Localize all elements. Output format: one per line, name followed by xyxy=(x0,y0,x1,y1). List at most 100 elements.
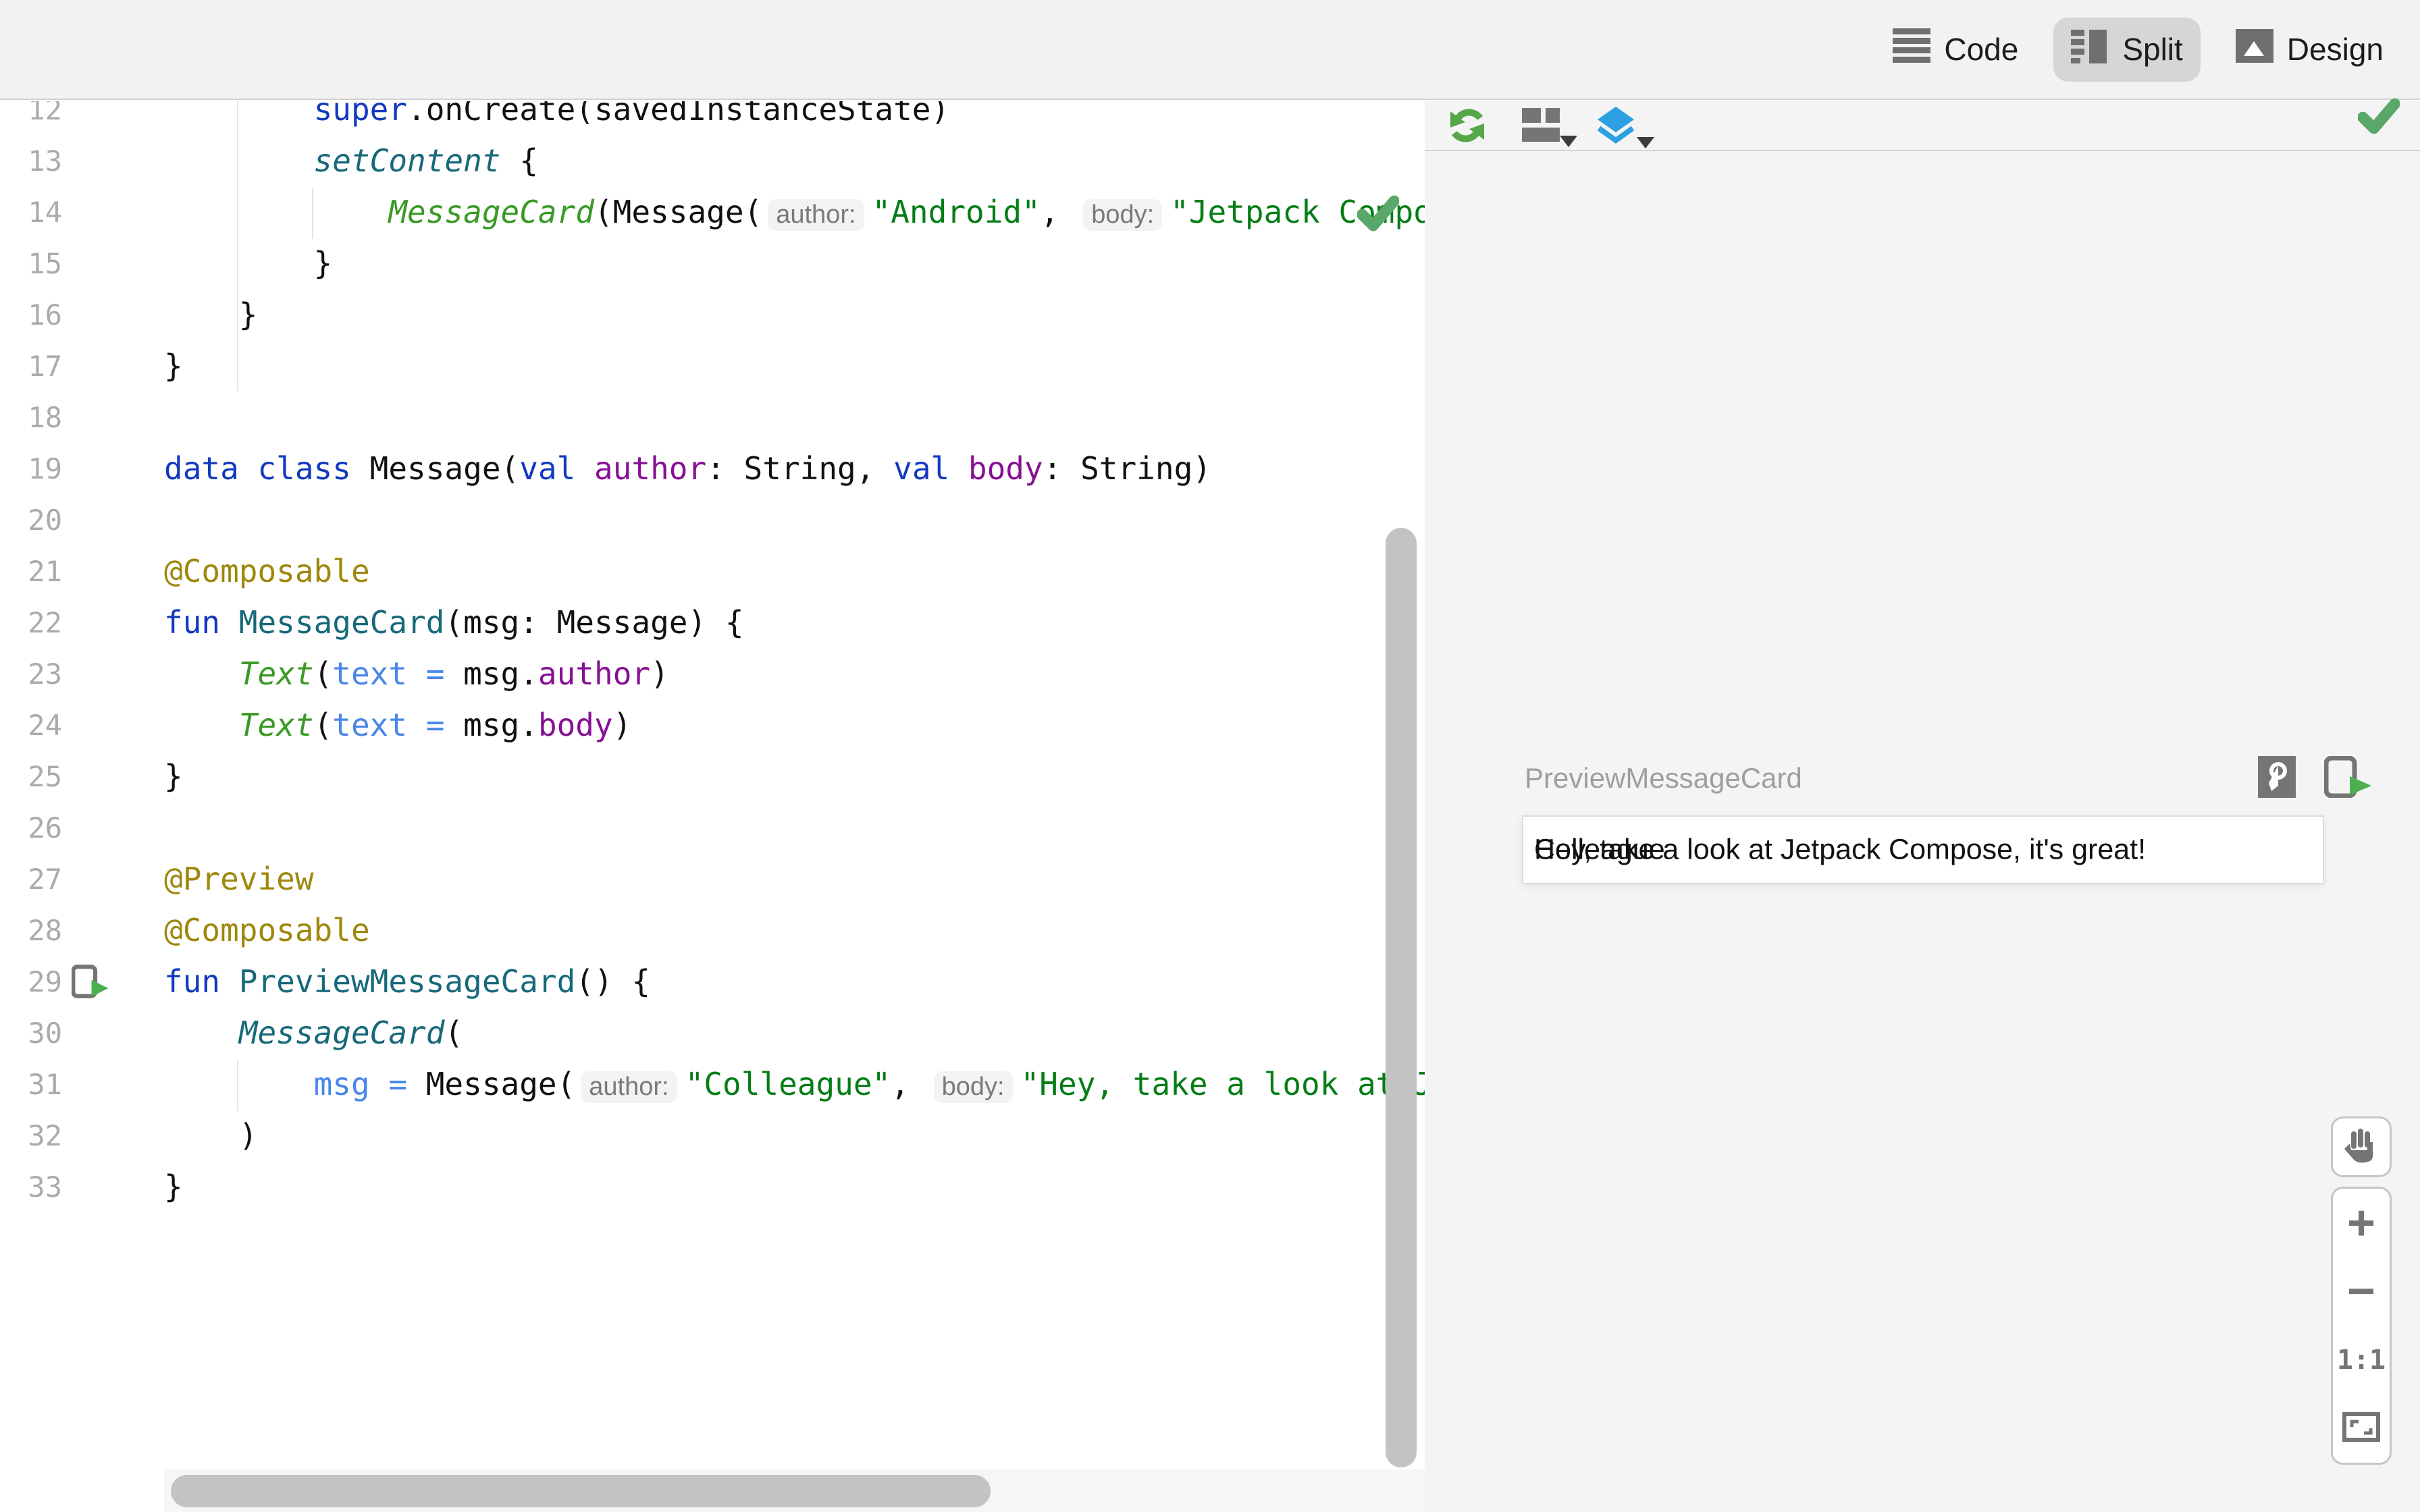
no-problems-check-icon[interactable] xyxy=(1357,194,1400,236)
code-line[interactable]: 14 MessageCard(Message(author: "Android",… xyxy=(0,186,1425,238)
line-number: 29 xyxy=(28,965,62,998)
line-number: 16 xyxy=(28,298,62,331)
code-text: } xyxy=(164,245,1425,281)
code-token: @Preview xyxy=(164,861,314,897)
code-token: body xyxy=(968,450,1043,487)
code-line[interactable]: 31 msg = Message(author: "Colleague", bod… xyxy=(0,1058,1425,1110)
code-editor[interactable]: 12 super.onCreate(savedInstanceState) 13 … xyxy=(0,101,1425,1512)
code-line[interactable]: 33} xyxy=(0,1161,1425,1212)
interactive-preview-icon[interactable] xyxy=(2258,755,2296,801)
line-number: 12 xyxy=(28,101,62,126)
code-line[interactable]: 22 fun MessageCard(msg: Message) { xyxy=(0,597,1425,648)
code-token: "Hey, take a look at Jetpack Compose, it… xyxy=(1020,1065,1425,1102)
tab-code[interactable]: Code xyxy=(1875,18,2036,82)
code-token: msg. xyxy=(463,707,538,743)
zoom-in-button[interactable]: + xyxy=(2333,1189,2390,1258)
code-token: MessageCard xyxy=(388,193,594,230)
code-token: super xyxy=(313,101,408,128)
code-token: MessageCard xyxy=(238,604,445,641)
code-token: { xyxy=(500,142,538,179)
line-number: 27 xyxy=(28,862,62,896)
pan-button[interactable] xyxy=(2331,1116,2392,1177)
zoom-to-fit-button[interactable] xyxy=(2333,1395,2390,1463)
tab-split[interactable]: Split xyxy=(2053,17,2201,82)
layers-icon[interactable] xyxy=(1595,107,1654,148)
code-line[interactable]: 15 } xyxy=(0,238,1425,289)
line-number: 33 xyxy=(28,1170,62,1204)
line-number: 23 xyxy=(28,657,62,691)
code-line[interactable]: 25} xyxy=(0,751,1425,802)
code-line[interactable]: 23 Text(text = msg.author) xyxy=(0,648,1425,699)
code-line[interactable]: 26 xyxy=(0,802,1425,853)
preview-header: PreviewMessageCard xyxy=(1525,755,2402,801)
code-token: val xyxy=(519,450,576,487)
code-token: , xyxy=(891,1065,928,1102)
code-token: Message( xyxy=(350,450,520,487)
code-lines: 12 super.onCreate(savedInstanceState) 13 … xyxy=(0,101,1425,1212)
zoom-actual-size-button[interactable]: 1:1 xyxy=(2333,1326,2390,1395)
code-token: msg = xyxy=(313,1065,426,1102)
code-line[interactable]: 32 ) xyxy=(0,1110,1425,1161)
run-preview-icon[interactable] xyxy=(2323,755,2373,801)
refresh-icon[interactable] xyxy=(1448,106,1487,145)
code-line[interactable]: 21 @Composable xyxy=(0,545,1425,597)
code-line[interactable]: 13 setContent { xyxy=(0,135,1425,186)
tab-design-label: Design xyxy=(2286,32,2384,67)
code-line[interactable]: 12 super.onCreate(savedInstanceState) xyxy=(0,101,1425,135)
line-number: 18 xyxy=(28,400,62,434)
vertical-scrollbar[interactable] xyxy=(1386,528,1417,1467)
code-line[interactable]: 27 @Preview xyxy=(0,853,1425,905)
code-line[interactable]: 24 Text(text = msg.body) xyxy=(0,699,1425,751)
horizontal-scrollbar[interactable] xyxy=(171,1475,991,1507)
code-line[interactable]: 19 data class Message(val author: String,… xyxy=(0,443,1425,494)
code-line[interactable]: 28 @Composable xyxy=(0,905,1425,956)
code-token: () { xyxy=(575,963,651,1000)
code-line[interactable]: 17} xyxy=(0,340,1425,392)
code-token: text = xyxy=(332,655,464,692)
layout-variants-icon[interactable] xyxy=(1522,108,1577,147)
line-number: 24 xyxy=(28,708,62,742)
code-token: @Composable xyxy=(164,912,370,948)
code-token: } xyxy=(164,296,258,333)
code-token: Text xyxy=(238,655,314,692)
code-token: "Colleague" xyxy=(685,1065,891,1102)
code-token: fun xyxy=(164,963,221,1000)
code-line[interactable]: 20 xyxy=(0,494,1425,545)
code-text: Text(text = msg.author) xyxy=(164,655,1425,692)
parameter-hint: body: xyxy=(1083,198,1163,231)
tab-code-label: Code xyxy=(1944,32,2019,67)
code-token: author xyxy=(537,655,651,692)
code-token: ) xyxy=(650,655,669,692)
code-text: MessageCard( xyxy=(164,1015,1425,1051)
run-preview-icon[interactable] xyxy=(62,963,164,1000)
code-token: data class xyxy=(164,450,351,487)
parameter-hint: body: xyxy=(933,1071,1013,1103)
code-text: data class Message(val author: String, v… xyxy=(164,450,1425,487)
code-token: : String, xyxy=(706,450,894,487)
code-token: .onCreate(savedInstanceState) xyxy=(407,101,950,128)
preview-title[interactable]: PreviewMessageCard xyxy=(1525,762,2258,794)
tab-design[interactable]: Design xyxy=(2218,18,2401,81)
code-view-icon xyxy=(1893,28,1931,71)
zoom-controls: + − 1:1 xyxy=(2331,1187,2392,1465)
code-token: ( xyxy=(313,707,333,743)
design-view-icon xyxy=(2235,28,2273,70)
tab-split-label: Split xyxy=(2122,32,2183,67)
code-token: fun xyxy=(164,604,221,641)
horizontal-scrollbar-track xyxy=(164,1469,1425,1512)
code-line[interactable]: 29 fun PreviewMessageCard() { xyxy=(0,956,1425,1007)
line-number: 14 xyxy=(28,195,62,229)
code-line[interactable]: 16 } xyxy=(0,289,1425,340)
code-token: (Message( xyxy=(594,193,763,230)
line-number: 28 xyxy=(28,913,62,947)
line-number: 20 xyxy=(28,503,62,537)
compose-preview-card[interactable]: Colleague Hey, take a look at Jetpack Co… xyxy=(1522,815,2324,884)
code-line[interactable]: 18 xyxy=(0,392,1425,443)
code-text: } xyxy=(164,296,1425,333)
zoom-out-button[interactable]: − xyxy=(2333,1258,2390,1326)
code-text: @Composable xyxy=(164,553,1425,589)
code-token: msg. xyxy=(463,655,538,692)
code-line[interactable]: 30 MessageCard( xyxy=(0,1007,1425,1058)
